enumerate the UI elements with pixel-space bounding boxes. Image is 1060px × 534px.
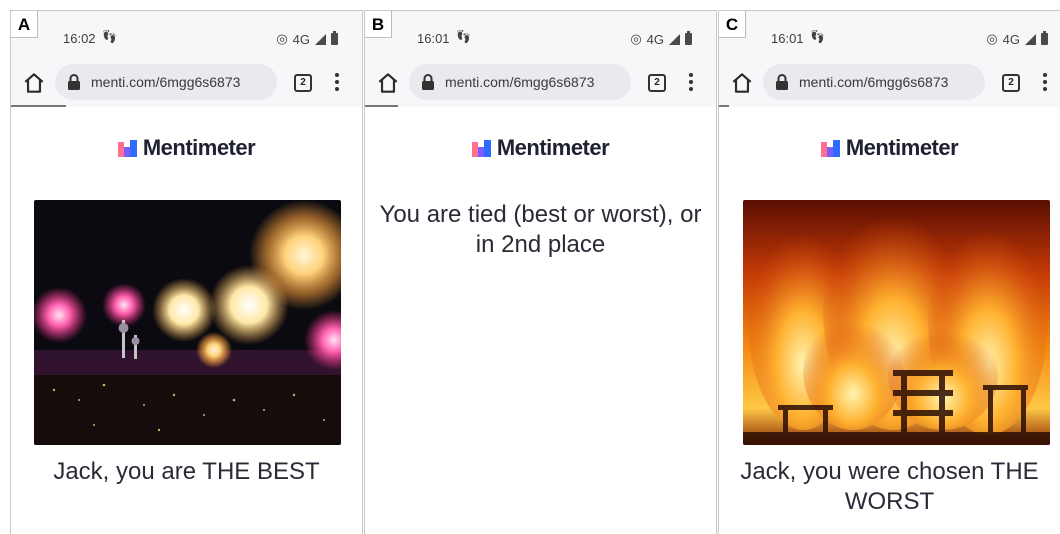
tabs-icon[interactable]: 2	[648, 74, 666, 92]
mentimeter-logo-icon	[820, 139, 840, 157]
network-type: 4G	[292, 31, 310, 47]
result-caption: Jack, you are THE BEST	[53, 458, 320, 485]
signal-icon	[315, 33, 326, 45]
network-type: 4G	[1002, 31, 1020, 47]
panel-label: A	[11, 11, 38, 38]
battery-icon	[1041, 31, 1048, 45]
menu-icon[interactable]	[1042, 73, 1048, 93]
address-bar[interactable]: menti.com/6mgg6s6873	[55, 64, 277, 100]
menu-icon[interactable]	[688, 73, 694, 93]
result-caption: You are tied (best or worst), or in 2nd …	[379, 201, 702, 258]
status-time: 16:01	[771, 31, 804, 46]
home-icon[interactable]	[21, 70, 47, 96]
browser-toolbar: menti.com/6mgg6s6873 2	[365, 63, 716, 103]
tabs-icon[interactable]: 2	[1002, 74, 1020, 92]
battery-icon	[331, 31, 338, 45]
brand-name: Mentimeter	[496, 135, 610, 160]
brand-header: Mentimeter	[11, 135, 362, 161]
page-content: Mentimeter	[11, 107, 362, 534]
address-bar[interactable]: menti.com/6mgg6s6873	[409, 64, 631, 100]
address-bar[interactable]: menti.com/6mgg6s6873	[763, 64, 985, 100]
url-text: menti.com/6mgg6s6873	[799, 74, 949, 90]
browser-toolbar: menti.com/6mgg6s6873 2	[719, 63, 1060, 103]
status-indicators: ◎ 4G	[630, 31, 692, 47]
status-time: 16:01	[417, 31, 450, 46]
activity-icon: 👣︎	[101, 29, 118, 44]
activity-icon: 👣︎	[809, 29, 826, 44]
status-bar: 16:02 👣︎ ◎ 4G	[11, 11, 362, 63]
menu-icon[interactable]	[334, 73, 340, 93]
lock-icon	[422, 74, 434, 90]
panel-label: C	[719, 11, 746, 38]
lock-icon	[776, 74, 788, 90]
mentimeter-logo-icon	[471, 139, 491, 157]
panel-label: B	[365, 11, 392, 38]
network-type: 4G	[646, 31, 664, 47]
activity-icon: 👣︎	[455, 29, 472, 44]
signal-icon	[669, 33, 680, 45]
phone-screenshot-a: A 16:02 👣︎ ◎ 4G menti.com/6mgg6s6873 2 M…	[10, 10, 363, 534]
brand-header: Mentimeter	[719, 135, 1060, 161]
brand-name: Mentimeter	[845, 135, 959, 160]
home-icon[interactable]	[375, 70, 401, 96]
url-text: menti.com/6mgg6s6873	[91, 74, 241, 90]
hotspot-icon: ◎	[986, 31, 998, 46]
fire-image	[743, 200, 1050, 445]
battery-icon	[685, 31, 692, 45]
hotspot-icon: ◎	[630, 31, 642, 46]
brand-name: Mentimeter	[142, 135, 256, 160]
browser-chrome: 16:01 👣︎ ◎ 4G menti.com/6mgg6s6873 2	[719, 11, 1060, 107]
phone-screenshot-c: C 16:01 👣︎ ◎ 4G menti.com/6mgg6s6873 2 M…	[718, 10, 1060, 534]
status-indicators: ◎ 4G	[986, 31, 1048, 47]
page-content: Mentimeter You are tied (best or worst),…	[365, 107, 716, 534]
hotspot-icon: ◎	[276, 31, 288, 46]
phone-screenshot-b: B 16:01 👣︎ ◎ 4G menti.com/6mgg6s6873 2 M…	[364, 10, 717, 534]
url-text: menti.com/6mgg6s6873	[445, 74, 595, 90]
page-content: Mentimeter	[719, 107, 1060, 534]
fireworks-image	[34, 200, 341, 445]
status-bar: 16:01 👣︎ ◎ 4G	[719, 11, 1060, 63]
result-caption: Jack, you were chosen THE WORST	[740, 458, 1039, 515]
status-indicators: ◎ 4G	[276, 31, 338, 47]
browser-toolbar: menti.com/6mgg6s6873 2	[11, 63, 362, 103]
tabs-icon[interactable]: 2	[294, 74, 312, 92]
browser-chrome: 16:01 👣︎ ◎ 4G menti.com/6mgg6s6873 2	[365, 11, 716, 107]
browser-chrome: 16:02 👣︎ ◎ 4G menti.com/6mgg6s6873 2	[11, 11, 362, 107]
lock-icon	[68, 74, 80, 90]
mentimeter-logo-icon	[117, 139, 137, 157]
brand-header: Mentimeter	[365, 135, 716, 161]
status-bar: 16:01 👣︎ ◎ 4G	[365, 11, 716, 63]
signal-icon	[1025, 33, 1036, 45]
status-time: 16:02	[63, 31, 96, 46]
home-icon[interactable]	[729, 70, 755, 96]
